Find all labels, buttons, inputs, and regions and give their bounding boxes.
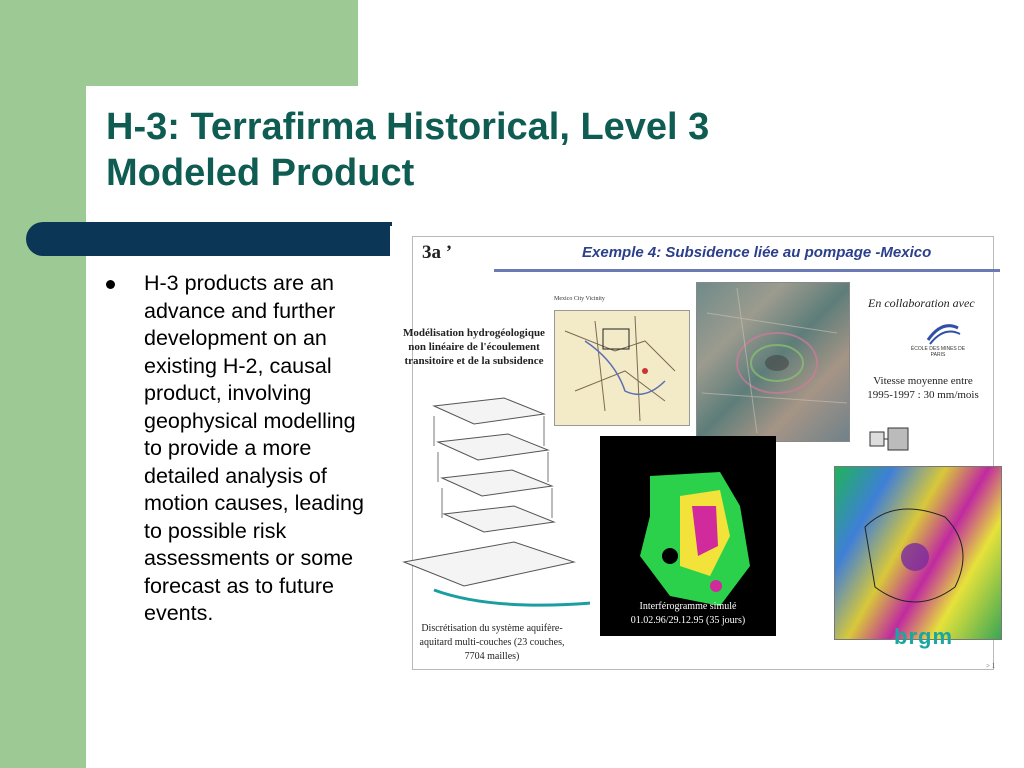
brgm-logo: brgm	[894, 624, 953, 649]
figure-header: Exemple 4: Subsidence liée au pompage -M…	[582, 244, 932, 261]
bullet-item: H-3 products are an advance and further …	[106, 270, 378, 628]
speed-text: Vitesse moyenne entre 1995-1997 : 30 mm/…	[856, 374, 990, 402]
top-green-band	[86, 0, 358, 86]
subsidence-figure: 3a ’ Exemple 4: Subsidence liée au pompa…	[390, 226, 1016, 678]
collaboration-label: En collaboration avec	[868, 296, 975, 310]
observed-interferogram-image	[834, 466, 1002, 640]
simulated-interferogram-caption: Interférogramme simulé 01.02.96/29.12.95…	[600, 600, 776, 628]
bullet-list: H-3 products are an advance and further …	[106, 270, 378, 628]
radar-interferogram-image	[696, 282, 850, 442]
speed-line-2: 1995-1997 : 30 mm/mois	[867, 389, 979, 401]
aquifer-layers-diagram	[402, 397, 590, 607]
bullet-text: H-3 products are an advance and further …	[144, 271, 364, 625]
figure-header-rule	[494, 269, 1000, 272]
logo-text: ÉCOLE DES MINES DE PARIS	[910, 346, 966, 358]
figure-page-marker: > 1	[986, 662, 996, 670]
figure-number: 3a ’	[422, 242, 453, 263]
slide-title-line-1: H-3: Terrafirma Historical, Level 3	[106, 106, 710, 148]
model-title: Modélisation hydrogéologique non linéair…	[403, 327, 545, 367]
side-green-band	[0, 0, 86, 768]
satellite-icon	[869, 427, 909, 451]
bullet-dot-icon	[106, 280, 115, 289]
slide-title: H-3: Terrafirma Historical, Level 3 Mode…	[106, 104, 866, 196]
sim-caption-line-2: 01.02.96/29.12.95 (35 jours)	[630, 615, 746, 626]
discretisation-caption: Discrétisation du système aquifère- aqui…	[394, 622, 590, 664]
navy-accent-bar	[26, 222, 392, 256]
sim-caption-line-1: Interférogramme simulé	[639, 601, 737, 612]
speed-line-1: Vitesse moyenne entre	[873, 375, 973, 387]
disc-caption-line-2: aquitard multi-couches (23 couches,	[419, 637, 565, 648]
disc-caption-line-3: 7704 mailles)	[464, 651, 520, 662]
slide-title-line-2: Modeled Product	[106, 152, 415, 194]
disc-caption-line-1: Discrétisation du système aquifère-	[421, 623, 563, 634]
map-label: Mexico City Vicinity	[554, 296, 605, 302]
